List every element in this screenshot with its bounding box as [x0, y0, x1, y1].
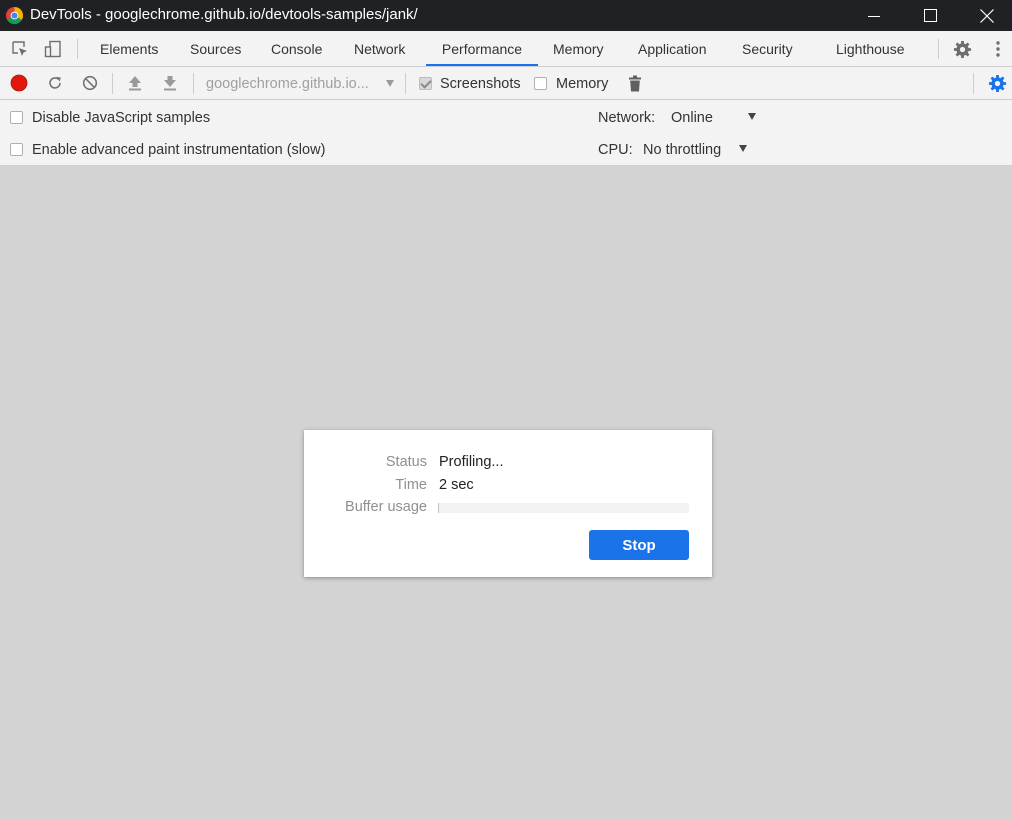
toolbar-divider [405, 73, 406, 94]
reload-and-record-button[interactable] [45, 73, 65, 93]
tab-performance[interactable]: Performance [426, 31, 538, 66]
capture-settings-button[interactable] [987, 73, 1007, 93]
status-value: Profiling... [439, 454, 504, 470]
select-element-icon [12, 41, 27, 56]
tab-elements[interactable]: Elements [100, 31, 158, 66]
buffer-usage-bar [438, 503, 689, 513]
close-window-button[interactable] [964, 0, 1010, 31]
gear-icon [988, 74, 1006, 92]
memory-label: Memory [556, 76, 609, 92]
performance-toolbar: googlechrome.github.io... Screenshots Me… [0, 67, 1012, 100]
tab-sources[interactable]: Sources [190, 31, 241, 66]
tab-lighthouse[interactable]: Lighthouse [836, 31, 905, 66]
minimize-button[interactable] [851, 0, 897, 31]
more-options-button[interactable] [988, 39, 1008, 59]
maximize-button[interactable] [907, 0, 953, 31]
maximize-icon [923, 9, 937, 22]
network-throttling-select[interactable]: Online [671, 109, 713, 127]
chevron-down-icon [748, 113, 756, 120]
tab-network[interactable]: Network [354, 31, 405, 66]
upload-icon [129, 76, 141, 91]
tab-console[interactable]: Console [271, 31, 322, 66]
recording-status-dialog: Status Profiling... Time 2 sec Buffer us… [304, 430, 712, 577]
toolbar-divider [193, 73, 194, 94]
buffer-usage-fill [438, 503, 439, 513]
record-button[interactable] [9, 73, 29, 93]
toolbar-divider [112, 73, 113, 94]
save-profile-button[interactable] [160, 73, 180, 93]
buffer-usage-label: Buffer usage [345, 499, 427, 515]
load-profile-button[interactable] [125, 73, 145, 93]
disable-js-samples-checkbox[interactable] [10, 111, 23, 124]
chevron-down-icon [386, 80, 394, 87]
toolbar-divider [77, 39, 78, 59]
clear-button[interactable] [80, 73, 100, 93]
status-label: Status [385, 454, 427, 470]
tab-application[interactable]: Application [638, 31, 707, 66]
device-icon [44, 40, 61, 58]
time-value: 2 sec [439, 477, 474, 493]
screenshots-label: Screenshots [440, 76, 521, 92]
capture-settings-pane: Disable JavaScript samples Enable advanc… [0, 100, 1012, 166]
window-title: DevTools - googlechrome.github.io/devtoo… [30, 6, 418, 23]
profile-select[interactable]: googlechrome.github.io... [206, 75, 369, 93]
record-icon [10, 74, 28, 92]
advanced-paint-checkbox[interactable] [10, 143, 23, 156]
disable-js-samples-label: Disable JavaScript samples [32, 110, 211, 126]
device-toolbar-button[interactable] [43, 39, 63, 59]
stop-button[interactable]: Stop [589, 530, 689, 560]
tab-memory[interactable]: Memory [553, 31, 604, 66]
close-icon [980, 8, 994, 23]
trash-icon [629, 75, 641, 91]
toolbar-divider [938, 39, 939, 59]
time-label: Time [395, 477, 427, 493]
cpu-throttling-label: CPU: [598, 142, 633, 158]
toolbar-divider [973, 73, 974, 94]
collect-garbage-button[interactable] [625, 73, 645, 93]
minimize-icon [868, 15, 880, 17]
memory-checkbox[interactable] [534, 77, 547, 90]
download-icon [164, 76, 176, 91]
chrome-logo-icon [6, 7, 23, 24]
cpu-throttling-select[interactable]: No throttling [643, 141, 721, 159]
clear-icon [82, 75, 98, 91]
network-throttling-label: Network: [598, 110, 656, 126]
screenshots-checkbox[interactable] [419, 77, 432, 90]
advanced-paint-label: Enable advanced paint instrumentation (s… [32, 142, 326, 158]
reload-icon [49, 76, 61, 89]
window-titlebar: DevTools - googlechrome.github.io/devtoo… [0, 0, 1012, 31]
panel-tab-bar: Elements Sources Console Network Perform… [0, 31, 1012, 67]
tab-security[interactable]: Security [742, 31, 793, 66]
kebab-menu-icon [996, 41, 1000, 57]
devtools-settings-button[interactable] [952, 39, 972, 59]
gear-icon [953, 40, 971, 58]
chevron-down-icon [739, 145, 747, 152]
inspect-element-button[interactable] [10, 39, 30, 59]
